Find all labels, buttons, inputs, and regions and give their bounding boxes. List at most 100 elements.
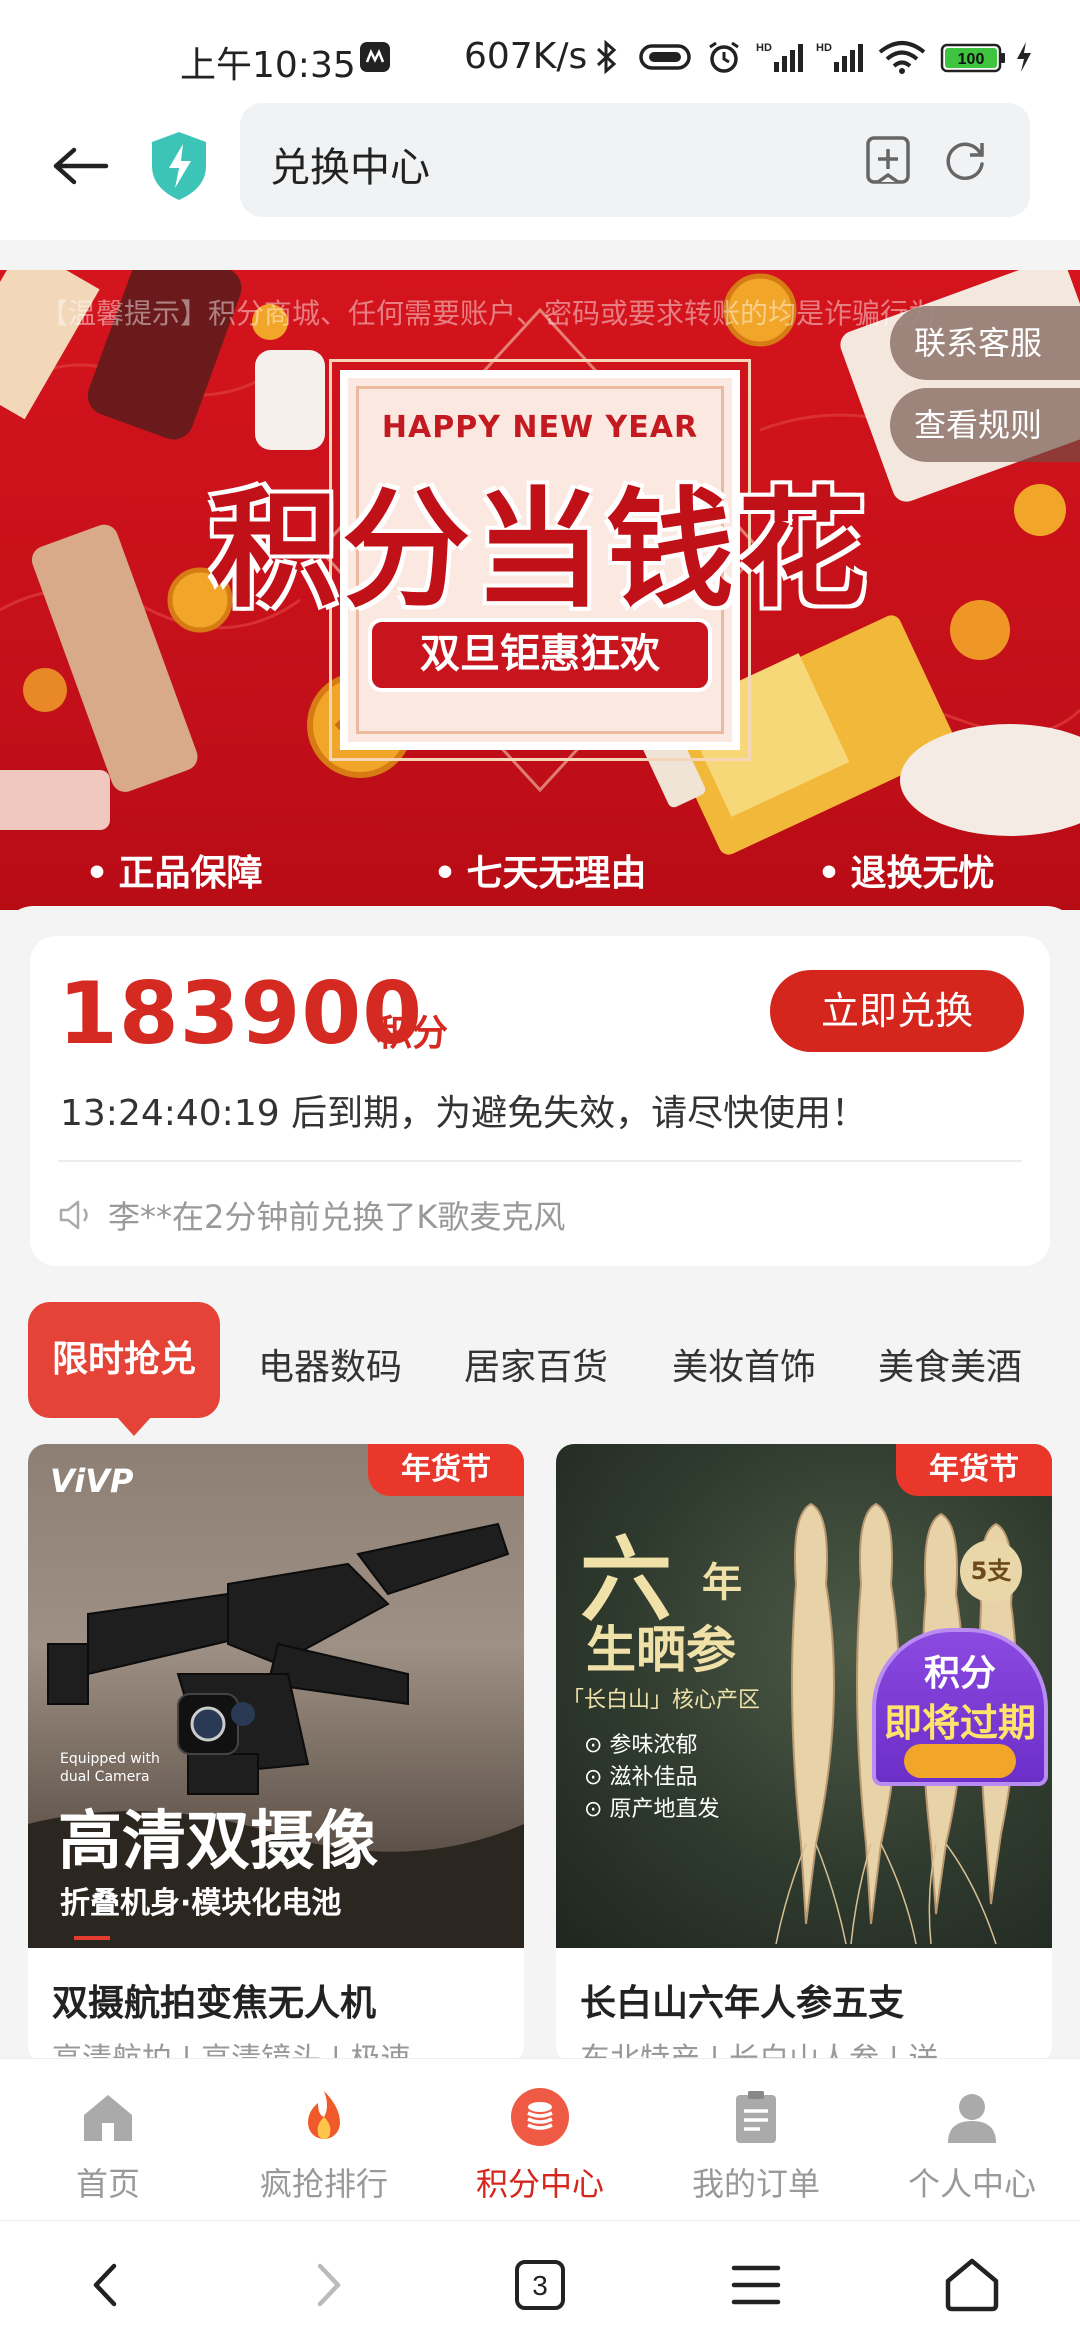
user-icon: [948, 2094, 996, 2143]
speaker-icon: [59, 1200, 88, 1230]
svg-text:100: 100: [958, 51, 985, 68]
count-badge: 5支: [960, 1540, 1022, 1602]
app-notification-icon: [360, 42, 390, 72]
browser-forward-button[interactable]: [298, 2255, 358, 2315]
feature-item: 正品保障: [85, 844, 263, 896]
feature-item: 七天无理由: [433, 844, 647, 896]
bottom-tab-bar: 首页 疯抢排行 积分中心 我的订单 个人中心: [0, 2058, 1080, 2220]
festival-tag: 年货节: [896, 1444, 1052, 1496]
image-title-ginseng: 生晒参: [586, 1621, 736, 1679]
points-section: 183900 积分 立即兑换 13:24:40:19 后到期，为避免失效，请尽快…: [0, 906, 1080, 1296]
brand-logo: ViVP: [50, 1462, 134, 1500]
house-outline-icon: [945, 2258, 999, 2312]
tab-limited-time[interactable]: 限时抢兑: [28, 1302, 220, 1436]
browser-back-button[interactable]: [76, 2255, 136, 2315]
image-caption: 高清双摄像: [58, 1805, 378, 1879]
network-speed: 607K/s: [464, 36, 588, 77]
status-time: 上午10:35: [180, 45, 356, 86]
chevron-left-icon: [93, 2263, 117, 2307]
product-image: 六 年 生晒参 「长白山」核心产区 ⊙ 参味浓郁 ⊙ 滋补佳品 ⊙ 原产地直发 …: [556, 1444, 1052, 1948]
add-bookmark-icon[interactable]: [864, 135, 912, 185]
divider: [58, 1160, 1022, 1162]
image-origin: 「长白山」核心产区: [562, 1688, 761, 1713]
points-expire-text: 13:24:40:19 后到期，为避免失效，请尽快使用！: [60, 1093, 868, 1134]
product-image: ViVP Equipped with dual Camera 高清双摄像 折叠机…: [28, 1444, 524, 1948]
svg-text:HD: HD: [756, 42, 772, 54]
signal-hd-icon: HD: [756, 42, 803, 72]
signal-hd-2-icon: HD: [816, 42, 863, 72]
image-title-year: 年: [702, 1560, 742, 1606]
tab-home-goods[interactable]: 居家百货: [464, 1338, 608, 1390]
feature-strip: 正品保障 七天无理由 退换无忧: [0, 830, 1080, 910]
image-points: ⊙ 参味浓郁 ⊙ 滋补佳品 ⊙ 原产地直发: [584, 1730, 719, 1826]
tab-electronics[interactable]: 电器数码: [258, 1338, 402, 1390]
charging-icon: [1017, 42, 1031, 72]
image-indicator: [74, 1936, 110, 1940]
url-bar[interactable]: 兑换中心: [240, 103, 1030, 217]
product-card[interactable]: 六 年 生晒参 「长白山」核心产区 ⊙ 参味浓郁 ⊙ 滋补佳品 ⊙ 原产地直发 …: [556, 1444, 1052, 2064]
tab-my-orders[interactable]: 我的订单: [648, 2059, 864, 2220]
chevron-right-icon: [317, 2263, 341, 2307]
battery-icon: 100: [940, 43, 1005, 73]
overlay-line-2: 即将过期: [883, 1701, 1036, 1745]
home-icon: [84, 2095, 132, 2141]
tab-label: 首页: [75, 2165, 140, 2203]
image-point: ⊙ 滋补佳品: [584, 1765, 698, 1790]
coins-icon: [511, 2088, 569, 2146]
banner-marquee: 【温馨提示】积分商城、任何需要账户、密码或要求转账的均是诈骗行为: [40, 297, 937, 330]
bluetooth-icon: [596, 40, 617, 74]
tab-points-center[interactable]: 积分中心: [432, 2059, 648, 2220]
tabs-button[interactable]: 3: [510, 2255, 570, 2315]
image-subcaption: 折叠机身·模块化电池: [60, 1886, 342, 1921]
redeem-now-button[interactable]: 立即兑换: [770, 970, 1024, 1052]
tab-label: 个人中心: [907, 2165, 1036, 2203]
points-card: 183900 积分 立即兑换 13:24:40:19 后到期，为避免失效，请尽快…: [30, 936, 1050, 1266]
product-card[interactable]: ViVP Equipped with dual Camera 高清双摄像 折叠机…: [28, 1444, 524, 2064]
contact-service-button[interactable]: 联系客服: [890, 306, 1080, 380]
coins-graphic: [904, 1744, 1016, 1778]
image-point: ⊙ 参味浓郁: [584, 1733, 698, 1758]
points-unit: 积分: [376, 1013, 449, 1054]
status-bar: 上午10:35 607K/s HD HD 100: [0, 0, 1080, 100]
home-button[interactable]: [942, 2255, 1002, 2315]
tab-label: 我的订单: [691, 2165, 820, 2203]
overlay-line-1: 积分: [923, 1653, 996, 1694]
fire-icon: [308, 2091, 340, 2139]
back-button[interactable]: [44, 130, 116, 202]
svg-text:HD: HD: [816, 42, 832, 54]
feature-item: 退换无忧: [817, 844, 995, 896]
festival-tag: 年货节: [368, 1444, 524, 1496]
security-shield-icon[interactable]: [148, 130, 210, 202]
menu-icon: [731, 2265, 781, 2305]
tab-profile[interactable]: 个人中心: [864, 2059, 1080, 2220]
arrow-left-icon: [53, 147, 109, 185]
product-name: 双摄航拍变焦无人机: [52, 1983, 377, 2024]
tab-food-wine[interactable]: 美食美酒: [878, 1338, 1022, 1390]
promo-banner[interactable]: 【温馨提示】积分商城、任何需要账户、密码或要求转账的均是诈骗行为 HAPPY N…: [0, 270, 1080, 910]
refresh-icon[interactable]: [940, 135, 990, 185]
alarm-icon: [709, 41, 739, 73]
image-point: ⊙ 原产地直发: [584, 1797, 720, 1822]
image-caption-small: Equipped with dual Camera: [60, 1751, 160, 1785]
points-balance: 183900: [58, 964, 424, 1064]
vibrate-icon: [639, 44, 691, 70]
tab-hot-ranking[interactable]: 疯抢排行: [216, 2059, 432, 2220]
tabs-count-icon: 3: [515, 2260, 565, 2310]
tab-label: 积分中心: [475, 2165, 604, 2203]
menu-button[interactable]: [726, 2255, 786, 2315]
wifi-icon: [878, 41, 926, 74]
page-title: 兑换中心: [270, 145, 430, 191]
product-name: 长白山六年人参五支: [580, 1983, 905, 2024]
points-expiring-overlay: 积分 即将过期: [872, 1628, 1048, 1786]
category-tabs: 限时抢兑 电器数码 居家百货 美妆首饰 美食美酒: [0, 1296, 1080, 1446]
banner-subtitle: 双旦钜惠狂欢: [368, 618, 712, 692]
tab-home[interactable]: 首页: [0, 2059, 216, 2220]
view-rules-button[interactable]: 查看规则: [890, 388, 1080, 462]
tab-label: 疯抢排行: [259, 2165, 388, 2203]
tab-beauty[interactable]: 美妆首饰: [672, 1338, 816, 1390]
banner-happy-new-year: HAPPY NEW YEAR: [381, 410, 699, 445]
banner-title: 积分当钱花: [209, 476, 870, 625]
clipboard-icon: [736, 2091, 776, 2143]
browser-nav-bar: 兑换中心: [0, 100, 1080, 240]
system-navigation-bar: 3: [0, 2220, 1080, 2340]
